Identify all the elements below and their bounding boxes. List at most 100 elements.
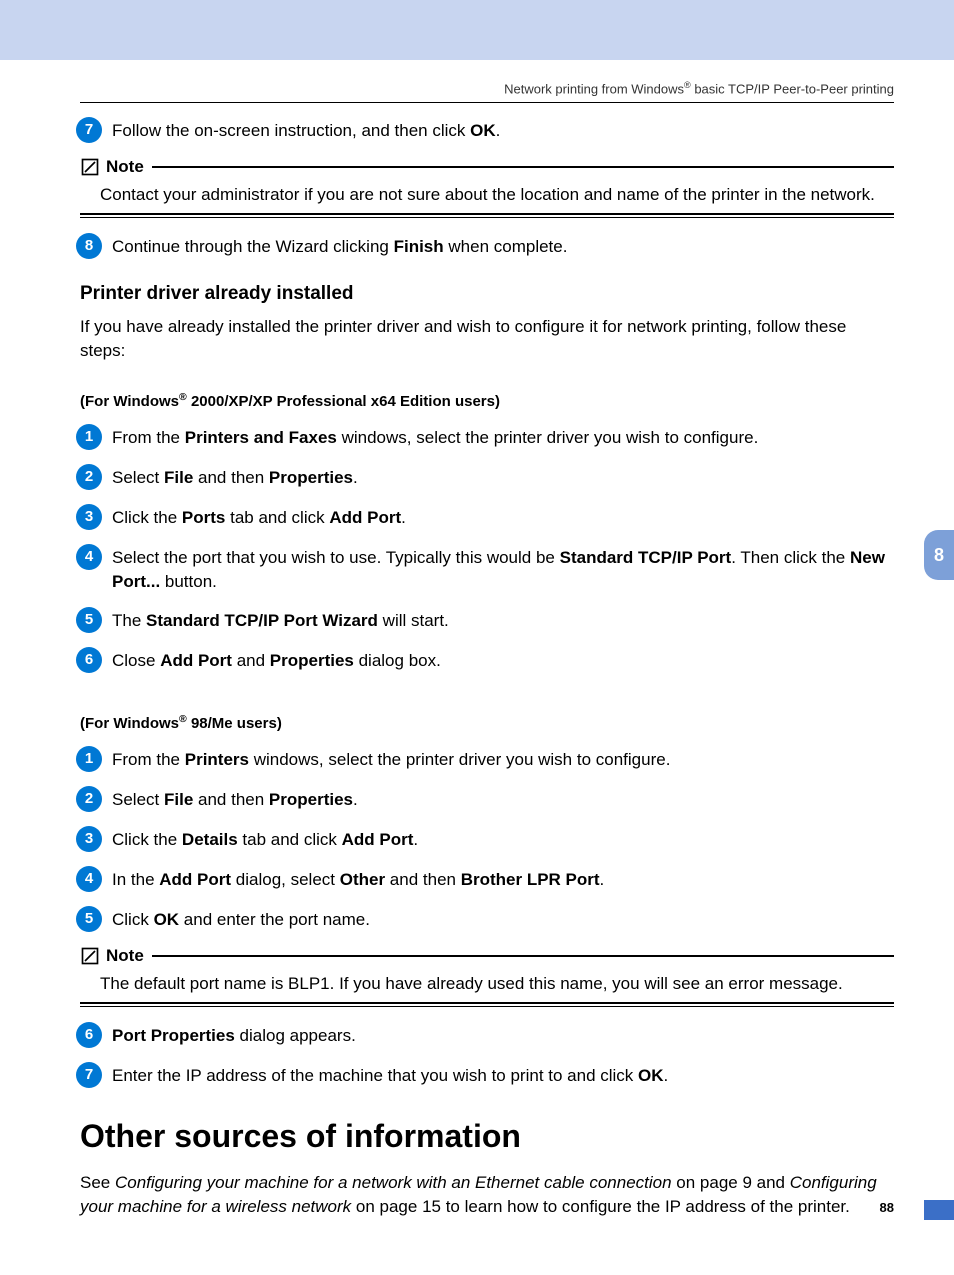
bold: OK	[638, 1066, 664, 1085]
text: will start.	[378, 611, 449, 630]
step-text: Close Add Port and Properties dialog box…	[112, 647, 441, 673]
note-icon	[80, 946, 100, 966]
bold: File	[164, 468, 193, 487]
text: and then	[385, 870, 461, 889]
step-text: Click OK and enter the port name.	[112, 906, 370, 932]
running-header-post: basic TCP/IP Peer-to-Peer printing	[691, 81, 894, 96]
text: .	[353, 468, 358, 487]
bold: Standard TCP/IP Port	[560, 548, 732, 567]
text: tab and click	[238, 830, 342, 849]
step-text: Enter the IP address of the machine that…	[112, 1062, 668, 1088]
bold: Add Port	[329, 508, 401, 527]
page-number: 88	[880, 1200, 894, 1215]
note-body: The default port name is BLP1. If you ha…	[100, 972, 894, 996]
bold: Properties	[269, 468, 353, 487]
s2-step-3: 3 Click the Details tab and click Add Po…	[76, 826, 894, 852]
bold: Ports	[182, 508, 225, 527]
s1-step-6: 6 Close Add Port and Properties dialog b…	[76, 647, 894, 673]
note-bottom-rule	[80, 1002, 894, 1008]
subhead-win2000xp: (For Windows® 2000/XP/XP Professional x6…	[80, 391, 894, 410]
text: .	[353, 790, 358, 809]
bold: Printers	[185, 750, 249, 769]
text: .	[413, 830, 418, 849]
bold: Other	[340, 870, 385, 889]
bold: Brother LPR Port	[461, 870, 600, 889]
step-bullet: 5	[76, 607, 102, 633]
other-paragraph: See Configuring your machine for a netwo…	[80, 1171, 894, 1219]
text: .	[600, 870, 605, 889]
note-label: Note	[106, 157, 144, 177]
s1-step-1: 1 From the Printers and Faxes windows, s…	[76, 424, 894, 450]
note-header: Note	[80, 946, 894, 966]
text: and then	[193, 790, 269, 809]
subhead-win98me: (For Windows® 98/Me users)	[80, 713, 894, 732]
step-text: Follow the on-screen instruction, and th…	[112, 117, 500, 143]
text: when complete.	[444, 237, 568, 256]
heading-other-sources: Other sources of information	[80, 1118, 894, 1155]
text: Click	[112, 910, 154, 929]
text: dialog box.	[354, 651, 441, 670]
text: on page 15 to learn how to configure the…	[351, 1197, 850, 1216]
text: 98/Me users)	[187, 715, 282, 732]
step-7: 7 Follow the on-screen instruction, and …	[76, 117, 894, 143]
bold: Add Port	[159, 870, 231, 889]
s1-step-4: 4 Select the port that you wish to use. …	[76, 544, 894, 594]
s1-step-2: 2 Select File and then Properties.	[76, 464, 894, 490]
bold: File	[164, 790, 193, 809]
page: 8 Network printing from Windows® basic T…	[0, 0, 954, 1275]
text: (For Windows	[80, 393, 179, 410]
text: Click the	[112, 830, 182, 849]
text: and then	[193, 468, 269, 487]
text: Enter the IP address of the machine that…	[112, 1066, 638, 1085]
step-bullet: 7	[76, 1062, 102, 1088]
text: Select	[112, 790, 164, 809]
step-bullet: 1	[76, 746, 102, 772]
text: windows, select the printer driver you w…	[337, 428, 758, 447]
text: and	[232, 651, 270, 670]
page-corner-strip	[924, 1200, 954, 1220]
step-bullet: 2	[76, 464, 102, 490]
running-header-pre: Network printing from Windows	[504, 81, 684, 96]
step-text: Select the port that you wish to use. Ty…	[112, 544, 894, 594]
note-block: Note Contact your administrator if you a…	[80, 157, 894, 219]
step-bullet: 4	[76, 866, 102, 892]
registered-mark: ®	[179, 713, 187, 725]
step-text: From the Printers and Faxes windows, sel…	[112, 424, 758, 450]
note-label: Note	[106, 946, 144, 966]
text: dialog, select	[231, 870, 340, 889]
text: (For Windows	[80, 715, 179, 732]
note-rule	[152, 166, 894, 168]
s2-step-2: 2 Select File and then Properties.	[76, 786, 894, 812]
top-color-bar	[0, 0, 954, 60]
heading-already-installed: Printer driver already installed	[80, 283, 894, 305]
text: button.	[160, 572, 217, 591]
text: See	[80, 1173, 115, 1192]
text: .	[496, 121, 501, 140]
section-tab: 8	[924, 530, 954, 580]
text: Click the	[112, 508, 182, 527]
note-body: Contact your administrator if you are no…	[100, 183, 894, 207]
text: on page 9 and	[672, 1173, 790, 1192]
bold: Add Port	[160, 651, 232, 670]
s1-step-3: 3 Click the Ports tab and click Add Port…	[76, 504, 894, 530]
text: 2000/XP/XP Professional x64 Edition user…	[187, 393, 500, 410]
step-text: Select File and then Properties.	[112, 786, 358, 812]
step-bullet: 1	[76, 424, 102, 450]
bold: OK	[154, 910, 180, 929]
s2-step-6: 6 Port Properties dialog appears.	[76, 1022, 894, 1048]
text: Continue through the Wizard clicking	[112, 237, 394, 256]
text: Select	[112, 468, 164, 487]
bold: OK	[470, 121, 496, 140]
text: Select the port that you wish to use. Ty…	[112, 548, 560, 567]
text: . Then click the	[731, 548, 850, 567]
step-bullet: 7	[76, 117, 102, 143]
step-text: Port Properties dialog appears.	[112, 1022, 356, 1048]
step-bullet: 3	[76, 504, 102, 530]
registered-mark: ®	[684, 80, 691, 90]
s1-step-5: 5 The Standard TCP/IP Port Wizard will s…	[76, 607, 894, 633]
step-text: Continue through the Wizard clicking Fin…	[112, 233, 567, 259]
bold: Properties	[270, 651, 354, 670]
note-icon	[80, 157, 100, 177]
s2-step-1: 1 From the Printers windows, select the …	[76, 746, 894, 772]
bold: Properties	[269, 790, 353, 809]
